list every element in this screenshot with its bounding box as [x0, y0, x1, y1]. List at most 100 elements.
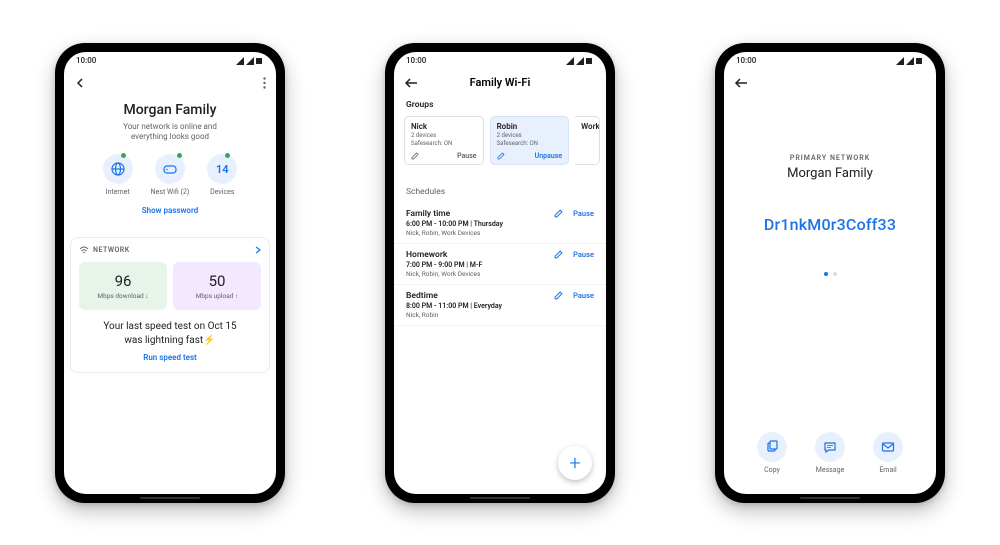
chevron-right-icon[interactable]: [255, 246, 261, 254]
schedule-devices: Nick, Robin: [406, 311, 502, 319]
schedule-row[interactable]: Bedtime 8:00 PM - 11:00 PM | Everyday Ni…: [394, 285, 606, 326]
network-status-text: Your network is online and everything lo…: [84, 122, 256, 143]
router-icon: [162, 163, 178, 175]
download-unit: Mbps download ↓: [83, 292, 163, 300]
edit-icon[interactable]: [554, 250, 563, 259]
group-card[interactable]: Work: [575, 116, 600, 165]
unpause-button[interactable]: Unpause: [535, 152, 562, 160]
schedule-row[interactable]: Homework 7:00 PM - 9:00 PM | M-F Nick, R…: [394, 244, 606, 285]
edit-icon[interactable]: [554, 291, 563, 300]
status-bar: 10:00: [64, 52, 276, 70]
group-safesearch: Safesearch: ON: [411, 140, 477, 147]
email-label: Email: [879, 466, 896, 474]
speed-test-message: Your last speed test on Oct 15 was light…: [79, 320, 261, 347]
schedule-name: Bedtime: [406, 291, 502, 301]
content: Morgan Family Your network is online and…: [64, 96, 276, 494]
wifi-icon: [79, 246, 89, 254]
screen: 10:00 Family Wi-Fi Groups Nick 2 devices…: [394, 52, 606, 494]
group-name: Work: [581, 122, 593, 131]
top-bar: Family Wi-Fi: [394, 70, 606, 96]
status-time: 10:00: [76, 56, 96, 65]
schedule-time: 8:00 PM - 11:00 PM | Everyday: [406, 302, 502, 310]
upload-value: 50: [177, 272, 257, 290]
status-icons: [566, 57, 594, 65]
status-time: 10:00: [406, 56, 426, 65]
pause-button[interactable]: Pause: [457, 152, 477, 160]
top-bar: [64, 70, 276, 96]
back-icon[interactable]: [74, 77, 86, 89]
copy-icon: [765, 440, 779, 454]
schedules-label: Schedules: [394, 183, 606, 203]
edit-icon[interactable]: [554, 209, 563, 218]
page-indicator[interactable]: [724, 272, 936, 276]
group-devices: 2 devices: [411, 132, 477, 139]
share-row: Copy Message Email: [724, 432, 936, 474]
network-name: Morgan Family: [724, 166, 936, 181]
nest-wifi-status[interactable]: Nest Wifi (2): [151, 154, 190, 196]
back-icon[interactable]: [734, 77, 748, 89]
status-bar: 10:00: [394, 52, 606, 70]
screen: 10:00 PRIMARY NETWORK Morgan Family Dr1n…: [724, 52, 936, 494]
globe-icon: [110, 161, 126, 177]
message-label: Message: [816, 466, 845, 474]
group-name: Nick: [411, 122, 477, 131]
pause-button[interactable]: Pause: [573, 291, 594, 300]
run-speed-test-link[interactable]: Run speed test: [79, 353, 261, 362]
message-button[interactable]: Message: [815, 432, 845, 474]
upload-unit: Mbps upload ↑: [177, 292, 257, 300]
devices-status[interactable]: 14 Devices: [207, 154, 237, 196]
status-bar: 10:00: [724, 52, 936, 70]
content: Groups Nick 2 devices Safesearch: ON Pau…: [394, 96, 606, 494]
status-icons: [236, 57, 264, 65]
screen: 10:00 Morgan Family Your network is onli…: [64, 52, 276, 494]
show-password-link[interactable]: Show password: [84, 206, 256, 215]
phone-home: 10:00 Morgan Family Your network is onli…: [55, 43, 285, 503]
devices-label: Devices: [210, 188, 234, 196]
schedule-time: 7:00 PM - 9:00 PM | M-F: [406, 261, 482, 269]
group-devices: 2 devices: [497, 132, 563, 139]
groups-row[interactable]: Nick 2 devices Safesearch: ON Pause Robi…: [394, 116, 606, 165]
page-dot: [833, 272, 837, 276]
groups-label: Groups: [394, 96, 606, 116]
status-dot: [121, 153, 126, 158]
upload-metric: 50 Mbps upload ↑: [173, 262, 261, 310]
email-icon: [881, 441, 895, 453]
schedule-name: Family time: [406, 209, 503, 219]
email-button[interactable]: Email: [873, 432, 903, 474]
network-card: NETWORK 96 Mbps download ↓ 50 Mbps uploa…: [70, 237, 270, 373]
network-section-label: NETWORK: [93, 246, 130, 254]
page-title: Family Wi-Fi: [394, 76, 606, 89]
group-card[interactable]: Nick 2 devices Safesearch: ON Pause: [404, 116, 484, 165]
content: PRIMARY NETWORK Morgan Family Dr1nkM0r3C…: [724, 96, 936, 494]
download-metric: 96 Mbps download ↓: [79, 262, 167, 310]
status-icons: [896, 57, 924, 65]
pause-button[interactable]: Pause: [573, 209, 594, 218]
edit-icon[interactable]: [411, 152, 419, 160]
copy-button[interactable]: Copy: [757, 432, 787, 474]
group-safesearch: Safesearch: ON: [497, 140, 563, 147]
schedule-time: 6:00 PM - 10:00 PM | Thursday: [406, 220, 503, 228]
edit-icon[interactable]: [497, 152, 505, 160]
page-dot: [824, 272, 828, 276]
status-dot: [177, 153, 182, 158]
schedule-devices: Nick, Robin, Work Devices: [406, 270, 482, 278]
phone-family-wifi: 10:00 Family Wi-Fi Groups Nick 2 devices…: [385, 43, 615, 503]
add-button[interactable]: +: [558, 446, 592, 480]
group-card[interactable]: Robin 2 devices Safesearch: ON Unpause: [490, 116, 570, 165]
overflow-icon[interactable]: [263, 77, 266, 89]
internet-status[interactable]: Internet: [103, 154, 133, 196]
top-bar: [724, 70, 936, 96]
status-time: 10:00: [736, 56, 756, 65]
pause-button[interactable]: Pause: [573, 250, 594, 259]
message-icon: [823, 440, 837, 454]
devices-count: 14: [216, 163, 229, 176]
schedule-row[interactable]: Family time 6:00 PM - 10:00 PM | Thursda…: [394, 203, 606, 244]
copy-label: Copy: [764, 466, 780, 474]
group-name: Robin: [497, 122, 563, 131]
nest-label: Nest Wifi (2): [151, 188, 190, 196]
phone-share-password: 10:00 PRIMARY NETWORK Morgan Family Dr1n…: [715, 43, 945, 503]
internet-label: Internet: [106, 188, 130, 196]
network-password[interactable]: Dr1nkM0r3Coff33: [724, 215, 936, 234]
schedule-devices: Nick, Robin, Work Devices: [406, 229, 503, 237]
plus-icon: +: [569, 451, 580, 475]
